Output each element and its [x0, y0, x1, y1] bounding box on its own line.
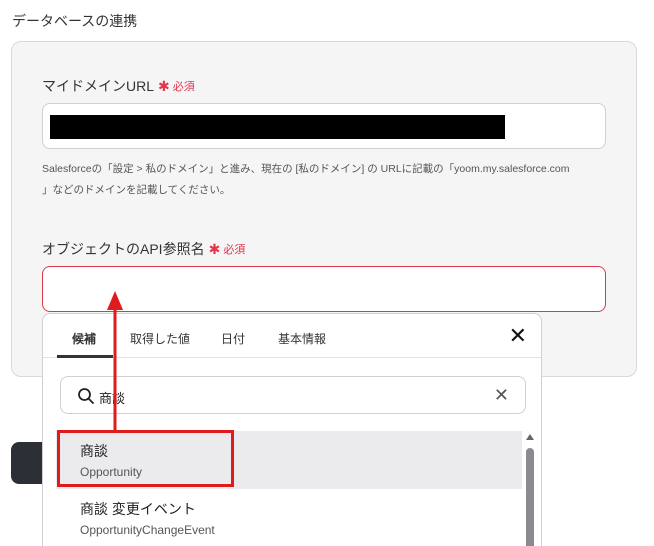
- domain-url-input[interactable]: [42, 103, 606, 149]
- required-text: 必須: [172, 81, 195, 93]
- tab-basic-info[interactable]: 基本情報: [278, 330, 326, 347]
- scrollbar[interactable]: [525, 432, 535, 546]
- option-subtitle: OpportunityChangeEvent: [80, 523, 215, 537]
- search-icon: [78, 388, 94, 404]
- api-field-label: オブジェクトのAPI参照名 ✱ 必須: [42, 239, 245, 259]
- domain-field-label: マイドメインURL ✱ 必須: [42, 76, 195, 96]
- search-input[interactable]: 商談 ✕: [60, 376, 526, 414]
- tab-retrieved-values[interactable]: 取得した値: [130, 330, 190, 347]
- section-title: データベースの連携: [12, 13, 138, 29]
- help-line-1: Salesforceの「設定 > 私のドメイン」と進み、現在の [私のドメイン]…: [42, 163, 570, 175]
- option-title: 商談 変更イベント: [80, 501, 196, 517]
- api-name-input[interactable]: [42, 266, 606, 312]
- chevron-up-icon[interactable]: [526, 434, 534, 440]
- search-value: 商談: [99, 391, 126, 406]
- tab-candidates[interactable]: 候補: [72, 330, 96, 347]
- dropdown-tabs: 候補 取得した値 日付 基本情報 ✕: [43, 314, 541, 358]
- help-line-2: 」などのドメインを記載してください。: [42, 184, 231, 196]
- annotation-highlight-box: [57, 430, 234, 487]
- domain-label-text: マイドメインURL: [42, 78, 155, 94]
- active-tab-indicator: [57, 355, 113, 358]
- clear-icon[interactable]: ✕: [494, 385, 509, 406]
- required-star-icon: ✱: [208, 240, 221, 257]
- api-label-text: オブジェクトのAPI参照名: [42, 241, 205, 257]
- required-text: 必須: [223, 244, 246, 256]
- scroll-thumb[interactable]: [526, 448, 534, 546]
- redacted-value: [50, 115, 505, 139]
- tab-date[interactable]: 日付: [221, 330, 245, 347]
- domain-help-text: Salesforceの「設定 > 私のドメイン」と進み、現在の [私のドメイン]…: [42, 159, 612, 201]
- close-icon[interactable]: ✕: [509, 325, 527, 347]
- option-opportunity-change-event[interactable]: 商談 変更イベント OpportunityChangeEvent: [56, 489, 522, 546]
- required-star-icon: ✱: [158, 77, 170, 94]
